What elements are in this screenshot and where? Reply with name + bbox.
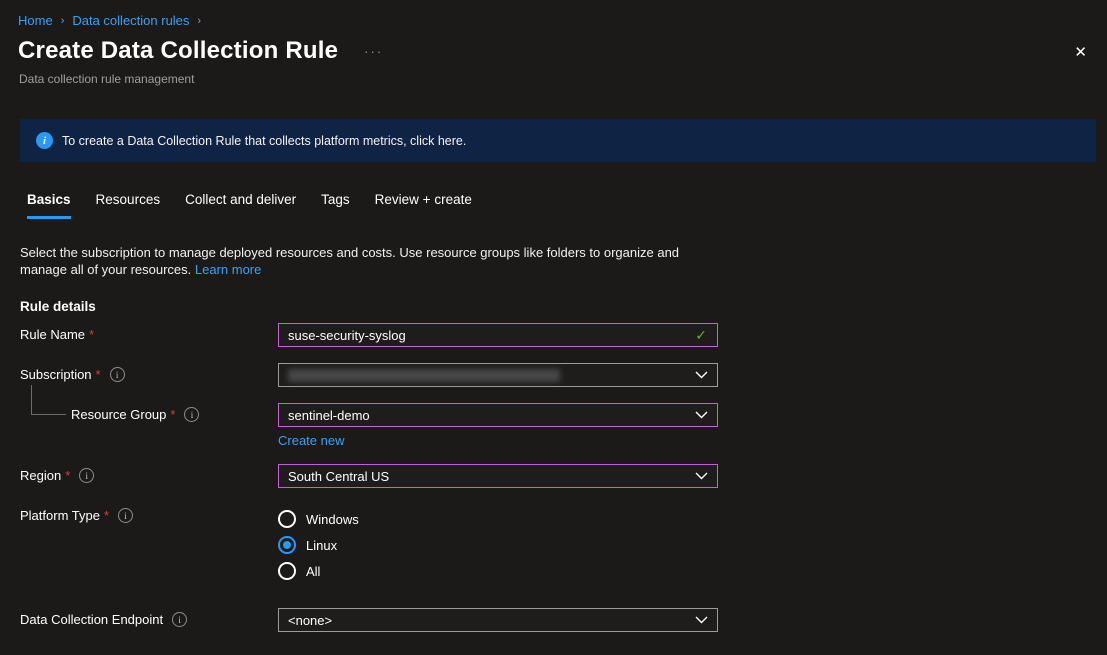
region-label: Region * i: [20, 464, 278, 483]
platform-type-label: Platform Type * i: [20, 504, 278, 523]
rule-name-value: suse-security-syslog: [288, 328, 406, 343]
platform-type-label-text: Platform Type: [20, 508, 100, 523]
info-icon[interactable]: i: [79, 468, 94, 483]
breadcrumb-home-link[interactable]: Home: [18, 13, 53, 28]
page-subtitle: Data collection rule management: [19, 72, 1107, 86]
required-marker: *: [89, 327, 94, 342]
tab-collect-and-deliver-label: Collect and deliver: [185, 192, 296, 207]
info-banner-text[interactable]: To create a Data Collection Rule that co…: [62, 134, 466, 148]
tab-tags[interactable]: Tags: [321, 192, 350, 219]
info-banner: i To create a Data Collection Rule that …: [20, 119, 1096, 162]
breadcrumb-separator-icon: ›: [61, 15, 65, 27]
info-icon[interactable]: i: [184, 407, 199, 422]
resource-group-value: sentinel-demo: [288, 408, 370, 423]
rule-name-input[interactable]: suse-security-syslog ✓: [278, 323, 718, 347]
rule-name-label: Rule Name *: [20, 323, 278, 342]
data-collection-endpoint-label-text: Data Collection Endpoint: [20, 612, 163, 627]
info-icon[interactable]: i: [118, 508, 133, 523]
region-row: Region * i South Central US: [20, 464, 1107, 488]
tab-review-create[interactable]: Review + create: [375, 192, 472, 219]
tab-resources-label: Resources: [96, 192, 161, 207]
tab-bar: Basics Resources Collect and deliver Tag…: [27, 192, 1107, 219]
tab-basics[interactable]: Basics: [27, 192, 71, 219]
intro-text: Select the subscription to manage deploy…: [20, 244, 688, 278]
breadcrumb-dcr-link[interactable]: Data collection rules: [72, 13, 189, 28]
subscription-label: Subscription * i: [20, 363, 278, 382]
page-title: Create Data Collection Rule: [18, 37, 338, 65]
section-title-rule-details: Rule details: [20, 299, 1107, 314]
radio-all[interactable]: All: [278, 558, 718, 584]
subscription-redacted-value: [288, 369, 560, 382]
learn-more-link[interactable]: Learn more: [195, 262, 261, 277]
radio-windows-label: Windows: [306, 512, 359, 527]
required-marker: *: [96, 367, 101, 382]
radio-linux-label: Linux: [306, 538, 337, 553]
info-icon[interactable]: i: [172, 612, 187, 627]
data-collection-endpoint-dropdown[interactable]: <none>: [278, 608, 718, 632]
rule-name-row: Rule Name * suse-security-syslog ✓: [20, 323, 1107, 347]
radio-all-label: All: [306, 564, 320, 579]
rule-name-label-text: Rule Name: [20, 327, 85, 342]
breadcrumb-separator-icon: ›: [197, 15, 201, 27]
tab-collect-and-deliver[interactable]: Collect and deliver: [185, 192, 296, 219]
info-icon: i: [36, 132, 53, 149]
chevron-down-icon: [695, 472, 708, 480]
intro-description: Select the subscription to manage deploy…: [20, 245, 679, 277]
header: Create Data Collection Rule ···: [18, 37, 1107, 65]
region-label-text: Region: [20, 468, 61, 483]
data-collection-endpoint-value: <none>: [288, 613, 332, 628]
platform-type-radio-group: Windows Linux All: [278, 504, 718, 584]
region-value: South Central US: [288, 469, 389, 484]
tab-review-create-label: Review + create: [375, 192, 472, 207]
subscription-dropdown[interactable]: [278, 363, 718, 387]
rule-details-form: Rule Name * suse-security-syslog ✓ Subsc…: [20, 323, 1107, 632]
tab-basics-label: Basics: [27, 192, 71, 207]
tree-connector: [31, 385, 66, 415]
tab-resources[interactable]: Resources: [96, 192, 161, 219]
tab-tags-label: Tags: [321, 192, 350, 207]
valid-check-icon: ✓: [695, 327, 707, 344]
required-marker: *: [104, 508, 109, 523]
data-collection-endpoint-label: Data Collection Endpoint i: [20, 608, 278, 627]
chevron-down-icon: [695, 616, 708, 624]
required-marker: *: [65, 468, 70, 483]
resource-group-label-text: Resource Group: [71, 407, 166, 422]
required-marker: *: [170, 407, 175, 422]
radio-circle-icon: [278, 510, 296, 528]
subscription-row: Subscription * i: [20, 363, 1107, 387]
resource-group-dropdown[interactable]: sentinel-demo: [278, 403, 718, 427]
resource-group-row: Resource Group * i sentinel-demo Create …: [20, 403, 1107, 448]
chevron-down-icon: [695, 411, 708, 419]
subscription-label-text: Subscription: [20, 367, 92, 382]
data-collection-endpoint-row: Data Collection Endpoint i <none>: [20, 608, 1107, 632]
more-options-button[interactable]: ···: [364, 44, 383, 59]
chevron-down-icon: [695, 371, 708, 379]
breadcrumb: Home › Data collection rules ›: [0, 0, 1107, 28]
radio-linux[interactable]: Linux: [278, 532, 718, 558]
create-dcr-blade: Home › Data collection rules › Create Da…: [0, 0, 1107, 632]
radio-circle-icon: [278, 536, 296, 554]
region-dropdown[interactable]: South Central US: [278, 464, 718, 488]
platform-type-row: Platform Type * i Windows Linux All: [20, 504, 1107, 584]
create-new-link[interactable]: Create new: [278, 433, 344, 448]
info-icon[interactable]: i: [110, 367, 125, 382]
close-icon[interactable]: ✕: [1074, 45, 1087, 60]
radio-circle-icon: [278, 562, 296, 580]
radio-windows[interactable]: Windows: [278, 506, 718, 532]
